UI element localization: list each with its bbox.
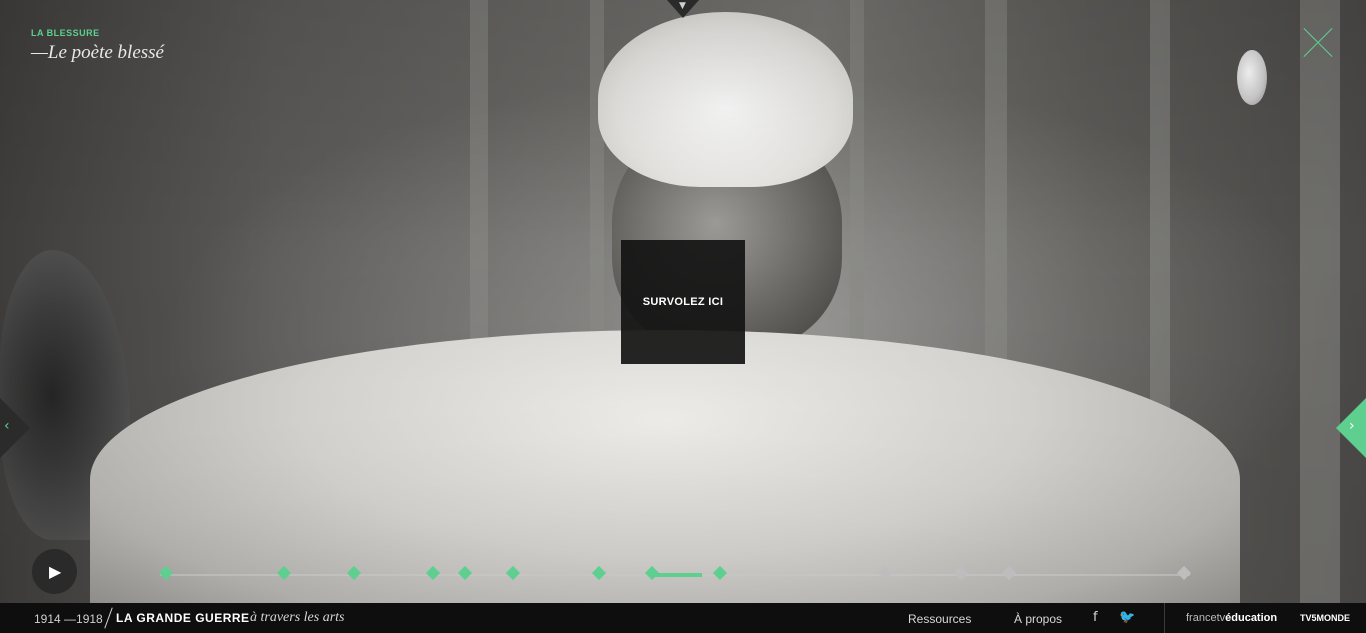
chapter-kicker: LA BLESSURE	[31, 28, 100, 38]
ftv-suffix: éducation	[1225, 612, 1278, 624]
footer-brand[interactable]: LA GRANDE GUERRE	[116, 611, 250, 625]
footer-separator	[1164, 603, 1165, 633]
francetv-education-logo[interactable]: francetvéducation	[1186, 612, 1277, 624]
link-ressources[interactable]: Ressources	[908, 612, 971, 626]
ftv-prefix: francetv	[1186, 612, 1226, 624]
close-icon[interactable]	[1302, 27, 1334, 59]
footer-brand-sub: à travers les arts	[250, 610, 345, 625]
footer-bar: 1914 —1918 LA GRANDE GUERRE à travers le…	[0, 603, 1366, 633]
link-a-propos[interactable]: À propos	[1014, 612, 1062, 626]
hover-label: SURVOLEZ ICI	[642, 296, 724, 308]
chapter-title: —Le poète blessé	[31, 42, 164, 63]
chapter-heading: LA BLESSURE —Le poète blessé	[31, 28, 164, 64]
footer-dates: 1914 —1918	[34, 612, 103, 626]
hover-reveal-box[interactable]: SURVOLEZ ICI	[621, 240, 745, 364]
twitter-icon[interactable]: 🐦	[1119, 610, 1135, 625]
play-icon: ▶	[49, 562, 62, 581]
timeline	[158, 565, 1192, 581]
footer-slash	[104, 607, 113, 629]
play-button[interactable]: ▶	[32, 549, 77, 594]
facebook-icon[interactable]: f	[1093, 610, 1098, 625]
tv5monde-logo[interactable]: TV5MONDE	[1300, 613, 1350, 623]
timeline-progress	[652, 573, 702, 577]
